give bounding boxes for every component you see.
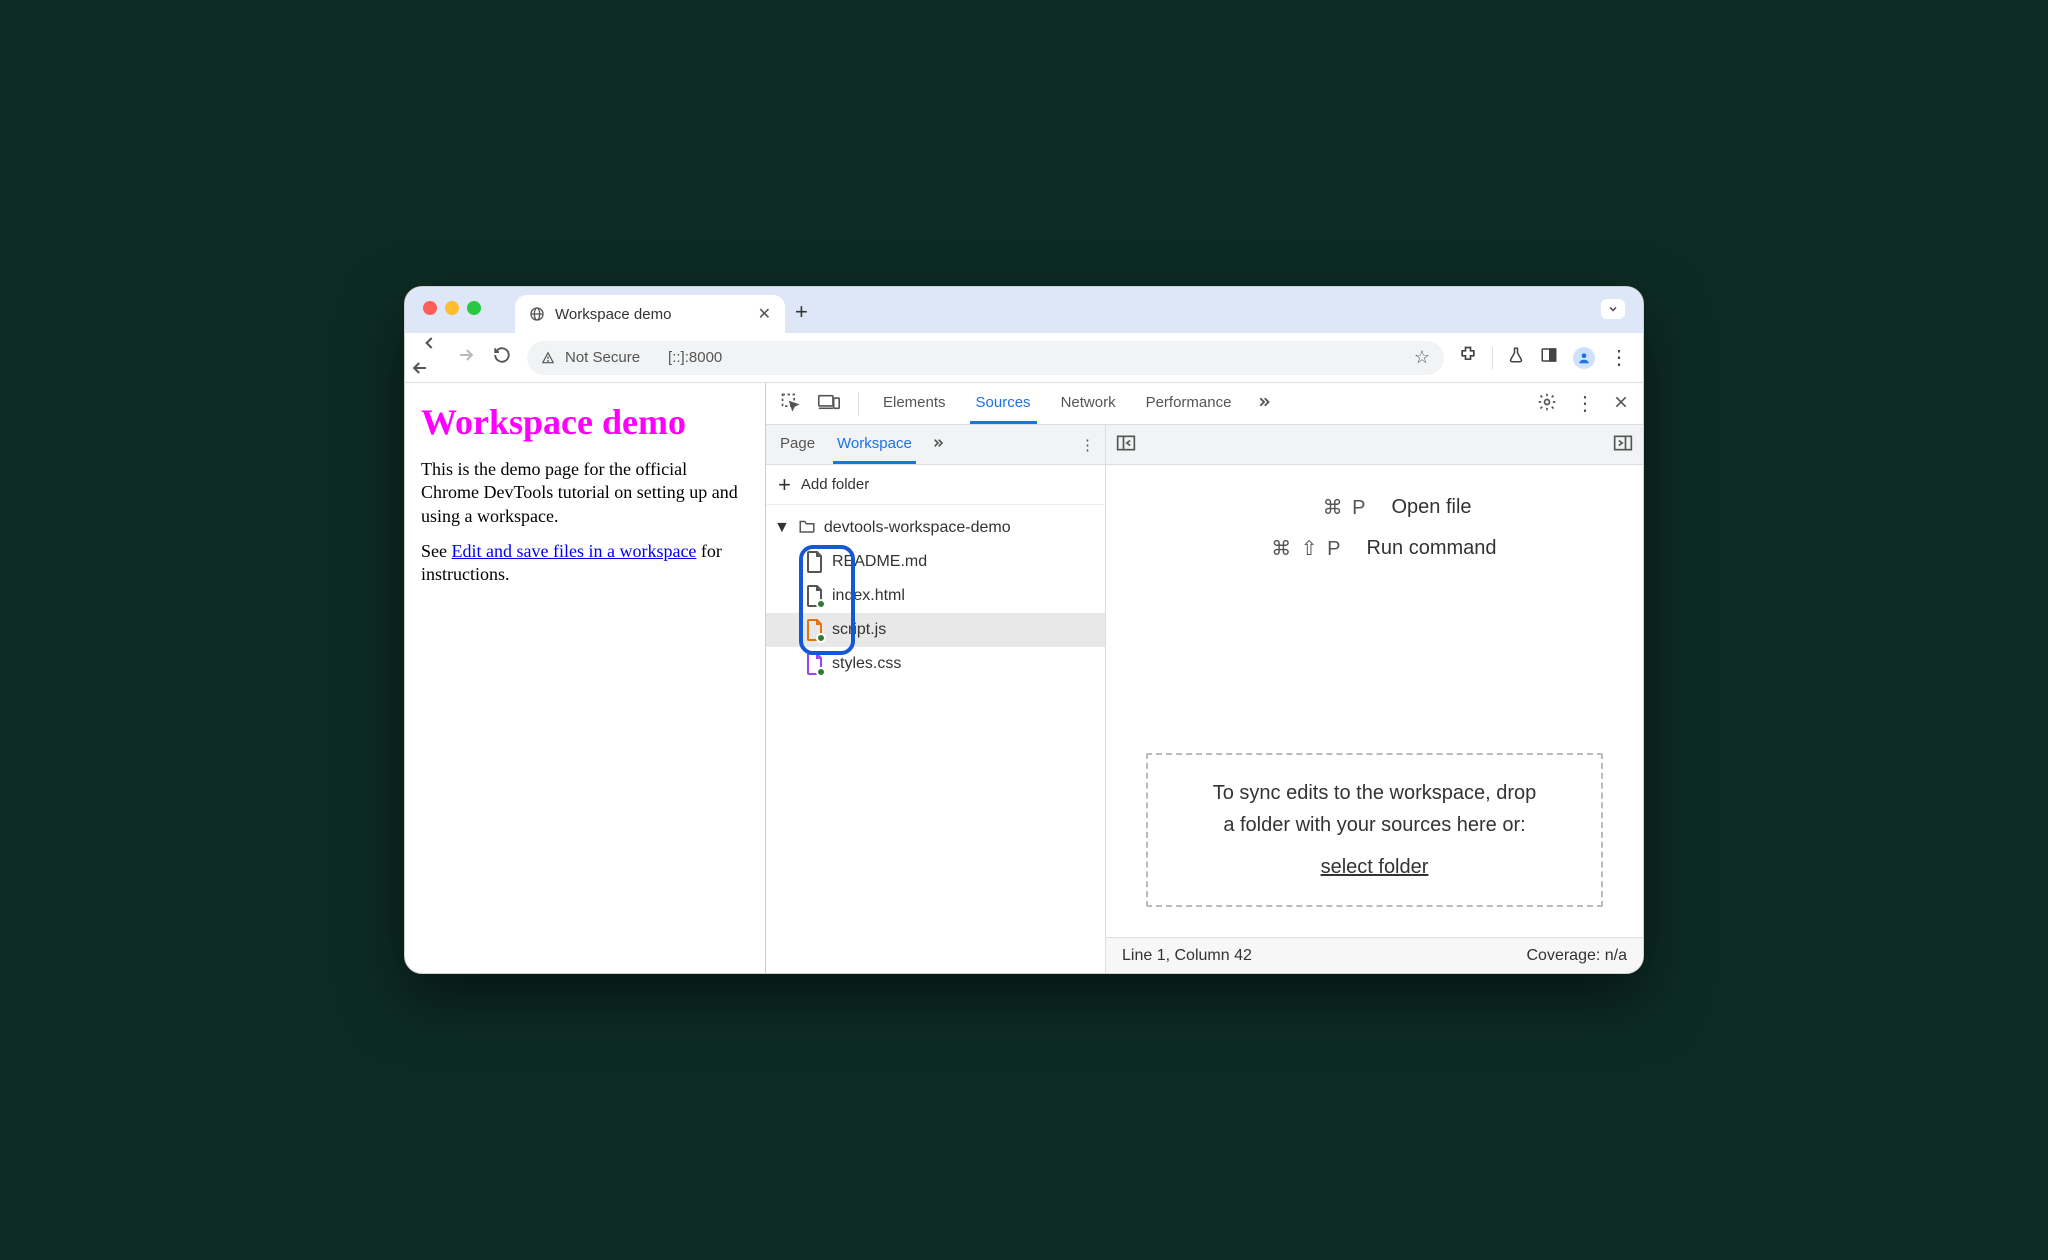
page-viewport: Workspace demo This is the demo page for… bbox=[405, 383, 765, 973]
tab-network[interactable]: Network bbox=[1055, 383, 1122, 424]
panel-icon[interactable] bbox=[1539, 346, 1559, 369]
show-navigator-icon[interactable] bbox=[1116, 434, 1136, 456]
forward-button[interactable] bbox=[455, 345, 477, 370]
navigator-tabs: Page Workspace ⋮ bbox=[766, 425, 1105, 465]
toolbar-right: ⋮ bbox=[1458, 345, 1629, 370]
window-controls bbox=[423, 301, 481, 315]
tab-title: Workspace demo bbox=[555, 306, 671, 323]
chrome-window: Workspace demo ✕ + Not Secure [::]:8000 … bbox=[404, 286, 1644, 974]
new-tab-button[interactable]: + bbox=[795, 299, 808, 325]
navigator-panel: Page Workspace ⋮ + Add folder ▼ bbox=[766, 425, 1106, 973]
tab-list-button[interactable] bbox=[1601, 299, 1625, 319]
html-file-icon bbox=[806, 585, 824, 607]
tab-strip: Workspace demo ✕ + bbox=[405, 287, 1643, 333]
plus-icon: + bbox=[778, 472, 791, 498]
page-intro: This is the demo page for the official C… bbox=[421, 458, 749, 528]
js-file-icon bbox=[806, 619, 824, 641]
tab-sources[interactable]: Sources bbox=[970, 383, 1037, 424]
back-button[interactable] bbox=[419, 333, 441, 383]
shortcut-key: ⌘ P bbox=[1277, 495, 1367, 520]
globe-icon bbox=[529, 306, 545, 322]
add-folder-button[interactable]: + Add folder bbox=[766, 465, 1105, 505]
more-subtabs-icon[interactable] bbox=[930, 435, 946, 455]
browser-toolbar: Not Secure [::]:8000 ☆ ⋮ bbox=[405, 333, 1643, 383]
editor-statusbar: Line 1, Column 42 Coverage: n/a bbox=[1106, 937, 1643, 973]
subtab-workspace[interactable]: Workspace bbox=[833, 425, 916, 464]
devtools-tabs: Elements Sources Network Performance ⋮ bbox=[766, 383, 1643, 425]
page-see: See Edit and save files in a workspace f… bbox=[421, 540, 749, 587]
separator bbox=[1492, 347, 1493, 369]
close-window-button[interactable] bbox=[423, 301, 437, 315]
kebab-menu-icon[interactable]: ⋮ bbox=[1609, 345, 1629, 370]
tree-file[interactable]: README.md bbox=[766, 545, 1105, 579]
caret-down-icon: ▼ bbox=[774, 519, 790, 537]
minimize-window-button[interactable] bbox=[445, 301, 459, 315]
settings-gear-icon[interactable] bbox=[1537, 392, 1557, 416]
workspace-dropzone[interactable]: To sync edits to the workspace, drop a f… bbox=[1146, 753, 1603, 907]
profile-avatar[interactable] bbox=[1573, 347, 1595, 369]
extensions-icon[interactable] bbox=[1458, 345, 1478, 370]
editor-toolbar bbox=[1106, 425, 1643, 465]
hint-run-command: ⌘ ⇧ P Run command bbox=[1252, 536, 1496, 561]
separator bbox=[858, 392, 859, 416]
sources-body: Page Workspace ⋮ + Add folder ▼ bbox=[766, 425, 1643, 973]
content-area: Workspace demo This is the demo page for… bbox=[405, 383, 1643, 973]
close-devtools-icon[interactable] bbox=[1613, 394, 1629, 414]
security-label: Not Secure bbox=[565, 349, 640, 366]
show-debugger-icon[interactable] bbox=[1613, 434, 1633, 456]
reload-button[interactable] bbox=[491, 346, 513, 369]
editor-panel: ⌘ P Open file ⌘ ⇧ P Run command To sync … bbox=[1106, 425, 1643, 973]
file-icon bbox=[806, 551, 824, 573]
coverage-status: Coverage: n/a bbox=[1526, 947, 1627, 965]
tree-file[interactable]: styles.css bbox=[766, 647, 1105, 681]
tab-elements[interactable]: Elements bbox=[877, 383, 952, 424]
device-toggle-icon[interactable] bbox=[818, 393, 840, 415]
file-tree: ▼ devtools-workspace-demo README.md bbox=[766, 505, 1105, 973]
tab-performance[interactable]: Performance bbox=[1140, 383, 1238, 424]
maximize-window-button[interactable] bbox=[467, 301, 481, 315]
devtools-menu-icon[interactable]: ⋮ bbox=[1575, 391, 1595, 416]
page-heading: Workspace demo bbox=[421, 399, 749, 446]
editor-hints: ⌘ P Open file ⌘ ⇧ P Run command bbox=[1106, 465, 1643, 753]
browser-tab[interactable]: Workspace demo ✕ bbox=[515, 295, 785, 333]
url-text: [::]:8000 bbox=[668, 349, 722, 366]
close-tab-icon[interactable]: ✕ bbox=[758, 304, 771, 324]
cursor-position: Line 1, Column 42 bbox=[1122, 947, 1252, 965]
inspect-icon[interactable] bbox=[780, 392, 800, 416]
tree-file[interactable]: index.html bbox=[766, 579, 1105, 613]
labs-icon[interactable] bbox=[1507, 345, 1525, 370]
subtab-page[interactable]: Page bbox=[776, 425, 819, 464]
workspace-guide-link[interactable]: Edit and save files in a workspace bbox=[452, 541, 697, 561]
address-bar[interactable]: Not Secure [::]:8000 ☆ bbox=[527, 341, 1444, 375]
navigator-menu-icon[interactable]: ⋮ bbox=[1080, 436, 1095, 454]
tree-folder-root[interactable]: ▼ devtools-workspace-demo bbox=[766, 511, 1105, 545]
more-tabs-icon[interactable] bbox=[1255, 393, 1273, 415]
bookmark-icon[interactable]: ☆ bbox=[1414, 347, 1430, 368]
devtools-panel: Elements Sources Network Performance ⋮ bbox=[765, 383, 1643, 973]
hint-open-file: ⌘ P Open file bbox=[1277, 495, 1471, 520]
not-secure-icon bbox=[541, 351, 555, 365]
tree-file[interactable]: script.js bbox=[766, 613, 1105, 647]
shortcut-key: ⌘ ⇧ P bbox=[1252, 536, 1342, 561]
folder-icon bbox=[798, 518, 816, 539]
select-folder-link[interactable]: select folder bbox=[1321, 856, 1429, 878]
css-file-icon bbox=[806, 653, 824, 675]
